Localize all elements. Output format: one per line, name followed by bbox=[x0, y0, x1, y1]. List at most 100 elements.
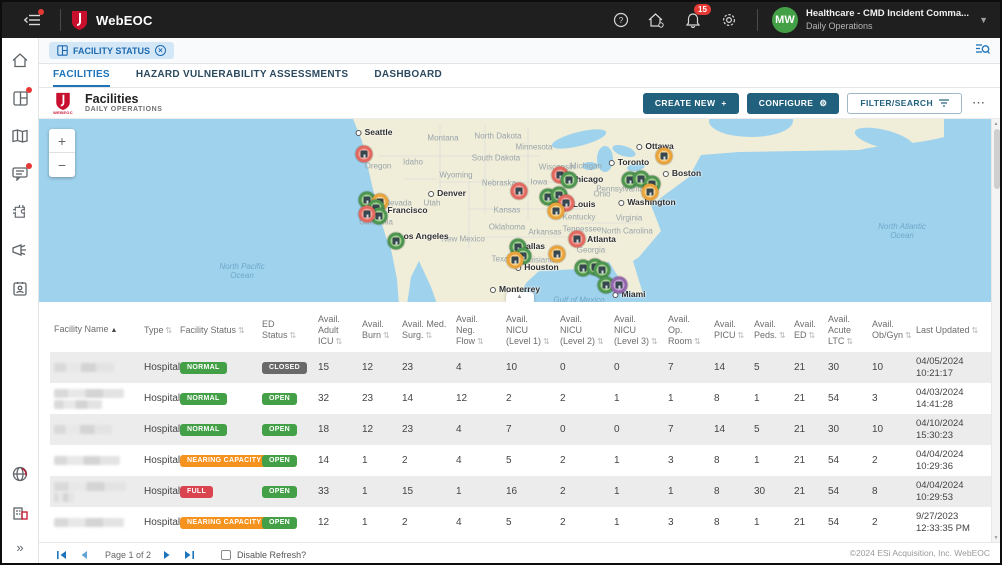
sidebar-boards-icon[interactable] bbox=[10, 88, 30, 108]
home-settings-icon[interactable] bbox=[647, 10, 667, 30]
disable-refresh-checkbox[interactable] bbox=[221, 550, 231, 560]
table-row[interactable]: HospitalFULLOPEN331151162118302154804/04… bbox=[50, 476, 1002, 507]
availability-value-cell: 2 bbox=[556, 476, 610, 507]
close-tab-icon[interactable]: × bbox=[155, 45, 166, 56]
collapse-menu-icon[interactable] bbox=[22, 10, 42, 30]
last-updated-cell: 04/10/202415:30:23 bbox=[912, 414, 984, 445]
facility-status-badge: NEARING CAPACITY bbox=[180, 455, 268, 467]
sidebar-expand-icon[interactable]: » bbox=[16, 540, 23, 555]
column-header-avail-nicu-level-2-[interactable]: Avail. NICU (Level 2)⇅ bbox=[556, 308, 610, 352]
facility-marker-orange[interactable] bbox=[656, 148, 673, 165]
last-page-button[interactable] bbox=[181, 547, 197, 563]
facility-marker-purple[interactable] bbox=[611, 277, 628, 294]
configure-button[interactable]: CONFIGURE⚙ bbox=[747, 93, 840, 114]
table-row[interactable]: HospitalNEARING CAPACITYOPEN141245213812… bbox=[50, 445, 1002, 476]
column-header-avail-nicu-level-3-[interactable]: Avail. NICU (Level 3)⇅ bbox=[610, 308, 664, 352]
column-header-avail-acute-ltc[interactable]: Avail. Acute LTC⇅ bbox=[824, 308, 868, 352]
sidebar-contacts-icon[interactable] bbox=[10, 278, 30, 298]
vertical-scrollbar[interactable]: ▲ ▼ bbox=[991, 119, 1000, 542]
column-header-avail-ed[interactable]: Avail. ED⇅ bbox=[790, 308, 824, 352]
column-header-avail-op-room[interactable]: Avail. Op. Room⇅ bbox=[664, 308, 710, 352]
scrollbar-thumb[interactable] bbox=[994, 129, 1000, 189]
help-icon[interactable]: ? bbox=[611, 10, 631, 30]
column-header-avail-burn[interactable]: Avail. Burn⇅ bbox=[358, 308, 398, 352]
facilities-map[interactable]: OregonIdahoMontanaNorth DakotaSouth Dako… bbox=[39, 119, 1000, 302]
table-row[interactable]: HospitalNORMALCLOSED15122341000714521301… bbox=[50, 352, 1002, 383]
facility-marker-orange[interactable] bbox=[549, 246, 566, 263]
zoom-in-button[interactable]: + bbox=[49, 129, 75, 153]
availability-value-cell: 10 bbox=[868, 352, 912, 383]
table-body: HospitalNORMALCLOSED15122341000714521301… bbox=[50, 352, 1002, 538]
scroll-down-arrow[interactable]: ▼ bbox=[992, 533, 1000, 542]
create-new-button[interactable]: CREATE NEW+ bbox=[643, 93, 739, 114]
sort-asc-icon: ▲ bbox=[111, 327, 118, 334]
more-options-button[interactable]: ⋯ bbox=[972, 95, 986, 111]
column-header-avail-adult-icu[interactable]: Avail. Adult ICU⇅ bbox=[314, 308, 358, 352]
tab-label: FACILITY STATUS bbox=[73, 46, 150, 56]
table-row[interactable]: HospitalNEARING CAPACITYOPEN121245213812… bbox=[50, 507, 1002, 538]
first-page-button[interactable] bbox=[53, 547, 69, 563]
facility-marker-red[interactable] bbox=[511, 183, 528, 200]
availability-value-cell: 8 bbox=[710, 383, 750, 414]
zoom-out-button[interactable]: − bbox=[49, 153, 75, 177]
sort-icon: ⇅ bbox=[809, 331, 816, 340]
user-avatar[interactable]: MW bbox=[772, 7, 798, 33]
previous-page-button[interactable] bbox=[75, 547, 91, 563]
scroll-up-arrow[interactable]: ▲ bbox=[992, 119, 1000, 128]
next-page-button[interactable] bbox=[159, 547, 175, 563]
sort-icon: ⇅ bbox=[426, 331, 433, 340]
building-icon bbox=[563, 200, 570, 207]
column-header-avail-ob-gyn[interactable]: Avail. Ob/Gyn⇅ bbox=[868, 308, 912, 352]
availability-value-cell: 18 bbox=[314, 414, 358, 445]
sort-icon: ⇅ bbox=[972, 326, 979, 335]
svg-text:?: ? bbox=[619, 16, 624, 25]
board-search-icon[interactable] bbox=[975, 42, 990, 60]
column-header-avail-peds-[interactable]: Avail. Peds.⇅ bbox=[750, 308, 790, 352]
facility-marker-orange[interactable] bbox=[642, 184, 659, 201]
tab-facility-status[interactable]: FACILITY STATUS × bbox=[49, 42, 174, 59]
table-row[interactable]: HospitalNORMALOPEN322314122211812154304/… bbox=[50, 383, 1002, 414]
view-tab-dashboard[interactable]: DASHBOARD bbox=[374, 64, 442, 87]
sort-icon: ⇅ bbox=[846, 337, 853, 346]
facility-marker-green[interactable] bbox=[388, 233, 405, 250]
availability-value-cell: 2 bbox=[398, 445, 452, 476]
facility-name-cell bbox=[50, 352, 140, 383]
map-collapse-handle[interactable]: ▲ bbox=[506, 292, 534, 302]
facility-marker-red[interactable] bbox=[359, 206, 376, 223]
column-header-avail-nicu-level-1-[interactable]: Avail. NICU (Level 1)⇅ bbox=[502, 308, 556, 352]
facility-marker-orange[interactable] bbox=[548, 203, 565, 220]
facility-marker-green[interactable] bbox=[561, 172, 578, 189]
availability-value-cell: 1 bbox=[664, 476, 710, 507]
sidebar-organization-icon[interactable] bbox=[10, 502, 30, 522]
sidebar-messages-icon[interactable] bbox=[10, 164, 30, 184]
view-tab-facilities[interactable]: FACILITIES bbox=[53, 64, 110, 87]
facility-marker-red[interactable] bbox=[569, 231, 586, 248]
sidebar-plugins-icon[interactable] bbox=[10, 202, 30, 222]
account-switcher[interactable]: Healthcare - CMD Incident Comma... Daily… bbox=[806, 8, 969, 32]
column-header-type[interactable]: Type⇅ bbox=[140, 308, 176, 352]
chevron-down-icon[interactable]: ▼ bbox=[979, 15, 988, 25]
column-header-last-updated[interactable]: Last Updated⇅ bbox=[912, 308, 984, 352]
column-header-ed-status[interactable]: ED Status⇅ bbox=[258, 308, 314, 352]
facility-marker-red[interactable] bbox=[356, 146, 373, 163]
sidebar-home-icon[interactable] bbox=[10, 50, 30, 70]
column-header-avail-picu[interactable]: Avail. PICU⇅ bbox=[710, 308, 750, 352]
table-row[interactable]: HospitalNORMALOPEN1812234700714521301004… bbox=[50, 414, 1002, 445]
messages-notification-dot bbox=[26, 163, 32, 169]
sort-icon: ⇅ bbox=[651, 337, 658, 346]
notifications-bell-icon[interactable]: 15 bbox=[683, 10, 703, 30]
column-header-facility-name[interactable]: Facility Name▲ bbox=[50, 308, 140, 352]
availability-value-cell: 14 bbox=[314, 445, 358, 476]
facility-marker-orange[interactable] bbox=[507, 252, 524, 269]
filter-search-button[interactable]: FILTER/SEARCH bbox=[847, 93, 962, 114]
column-header-avail-neg-flow[interactable]: Avail. Neg. Flow⇅ bbox=[452, 308, 502, 352]
sidebar-globe-icon[interactable] bbox=[10, 464, 30, 484]
sidebar-maps-icon[interactable] bbox=[10, 126, 30, 146]
availability-value-cell: 21 bbox=[790, 445, 824, 476]
view-tab-hazard-vulnerability-assessments[interactable]: HAZARD VULNERABILITY ASSESSMENTS bbox=[136, 64, 348, 87]
column-header-facility-status[interactable]: Facility Status⇅ bbox=[176, 308, 258, 352]
availability-value-cell: 14 bbox=[398, 383, 452, 414]
settings-gear-icon[interactable] bbox=[719, 10, 739, 30]
column-header-avail-med-surg-[interactable]: Avail. Med. Surg.⇅ bbox=[398, 308, 452, 352]
sidebar-notify-icon[interactable] bbox=[10, 240, 30, 260]
